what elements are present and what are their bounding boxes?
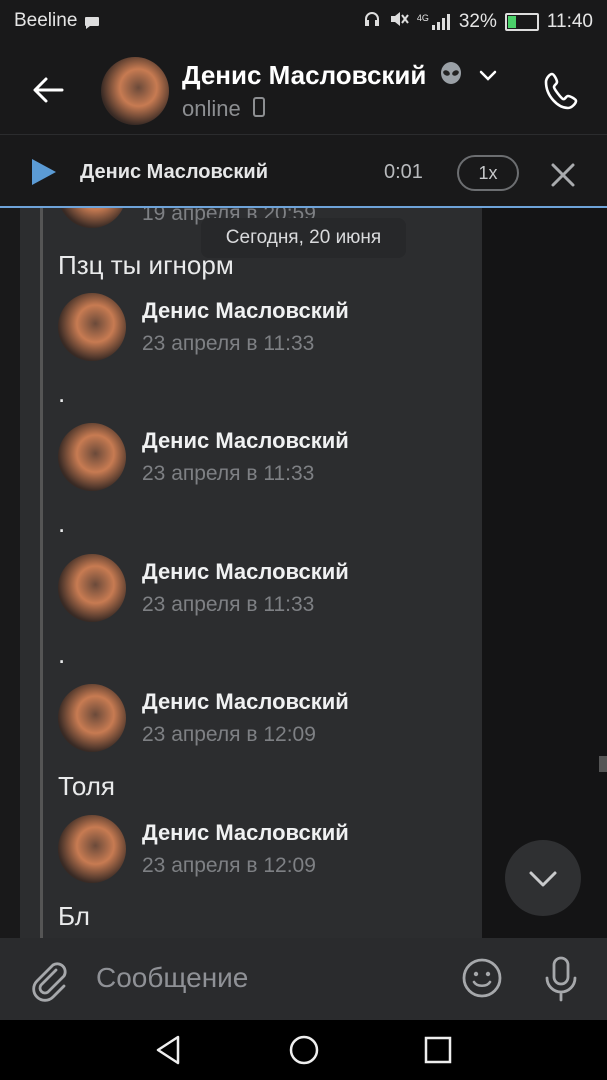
voice-message-button[interactable] xyxy=(538,954,584,1004)
system-navigation-bar xyxy=(0,1020,607,1080)
network-label: 4G xyxy=(416,13,429,23)
message-text: Пзц ты игнорм xyxy=(58,250,234,280)
square-recents-icon xyxy=(424,1036,452,1064)
author-name[interactable]: Денис Масловский xyxy=(142,559,349,585)
forward-indicator-line xyxy=(40,208,43,938)
author-name[interactable]: Денис Масловский xyxy=(142,820,349,846)
player-title[interactable]: Денис Масловский xyxy=(80,161,268,184)
playback-speed-button[interactable]: 1x xyxy=(457,155,519,191)
circle-home-icon xyxy=(289,1035,319,1065)
microphone-icon xyxy=(545,956,577,1002)
audio-player-bar: Денис Масловский 0:01 1x xyxy=(0,135,607,207)
phone-device-icon xyxy=(252,97,265,123)
author-name[interactable]: Денис Масловский xyxy=(142,298,349,324)
arrow-left-icon xyxy=(33,77,64,103)
signal-icon: 4G xyxy=(417,14,451,30)
player-elapsed: 0:01 xyxy=(384,161,423,183)
contact-status-row: online xyxy=(182,96,265,123)
author-avatar[interactable] xyxy=(58,815,126,883)
message-composer: Сообщение xyxy=(0,938,607,1020)
chat-bubble-icon xyxy=(84,14,100,36)
author-avatar[interactable] xyxy=(58,554,126,622)
contact-avatar[interactable] xyxy=(101,57,169,125)
message-text: . xyxy=(58,508,66,538)
chevron-down-icon[interactable] xyxy=(477,62,499,93)
nav-recents-button[interactable] xyxy=(421,1033,455,1067)
chat-area[interactable]: 19 апреля в 20:59 Сегодня, 20 июня Пзц т… xyxy=(0,208,607,938)
scrollbar-thumb[interactable] xyxy=(599,756,607,772)
scroll-to-bottom-button[interactable] xyxy=(505,840,581,916)
attach-button[interactable] xyxy=(26,956,72,1002)
message-time: 23 апреля в 11:33 xyxy=(142,462,315,485)
chat-header: Денис Масловский online xyxy=(0,42,607,134)
message-text: . xyxy=(58,639,66,669)
message-text: Толя xyxy=(58,771,115,801)
contact-name-row[interactable]: Денис Масловский xyxy=(182,60,499,94)
author-name[interactable]: Денис Масловский xyxy=(142,689,349,715)
alien-emoji-icon xyxy=(438,61,464,94)
call-button[interactable] xyxy=(538,66,588,116)
status-icons: 4G 32% 11:40 xyxy=(363,10,593,34)
clock: 11:40 xyxy=(546,11,593,32)
back-button[interactable] xyxy=(28,70,68,110)
triangle-back-icon xyxy=(156,1035,180,1065)
close-player-button[interactable] xyxy=(545,157,581,193)
message-text: . xyxy=(58,378,66,408)
play-icon[interactable] xyxy=(32,159,56,185)
message-input[interactable]: Сообщение xyxy=(96,962,248,994)
carrier-label: Beeline xyxy=(14,10,78,31)
author-avatar[interactable] xyxy=(58,684,126,752)
message-time: 23 апреля в 12:09 xyxy=(142,723,316,746)
phone-icon xyxy=(544,72,578,110)
author-name[interactable]: Денис Масловский xyxy=(142,428,349,454)
headphones-icon xyxy=(363,10,381,34)
paperclip-icon xyxy=(32,962,67,1002)
author-avatar[interactable] xyxy=(58,423,126,491)
emoji-button[interactable] xyxy=(460,956,504,1000)
mute-icon xyxy=(389,10,409,34)
message-text: Бл xyxy=(58,901,90,931)
message-time: 23 апреля в 11:33 xyxy=(142,332,315,355)
chat-gutter xyxy=(482,208,607,938)
status-bar: Beeline 4G 32% 11:40 xyxy=(0,0,607,42)
contact-name: Денис Масловский xyxy=(182,60,427,90)
chevron-down-icon xyxy=(529,871,557,887)
close-icon xyxy=(551,163,575,187)
nav-back-button[interactable] xyxy=(152,1033,186,1067)
contact-status: online xyxy=(182,96,241,121)
nav-home-button[interactable] xyxy=(287,1033,321,1067)
message-time: 23 апреля в 12:09 xyxy=(142,854,316,877)
battery-icon xyxy=(504,13,539,31)
smile-icon xyxy=(462,958,502,998)
message-time: 23 апреля в 11:33 xyxy=(142,593,315,616)
author-avatar[interactable] xyxy=(58,293,126,361)
battery-percent: 32% xyxy=(458,11,497,32)
